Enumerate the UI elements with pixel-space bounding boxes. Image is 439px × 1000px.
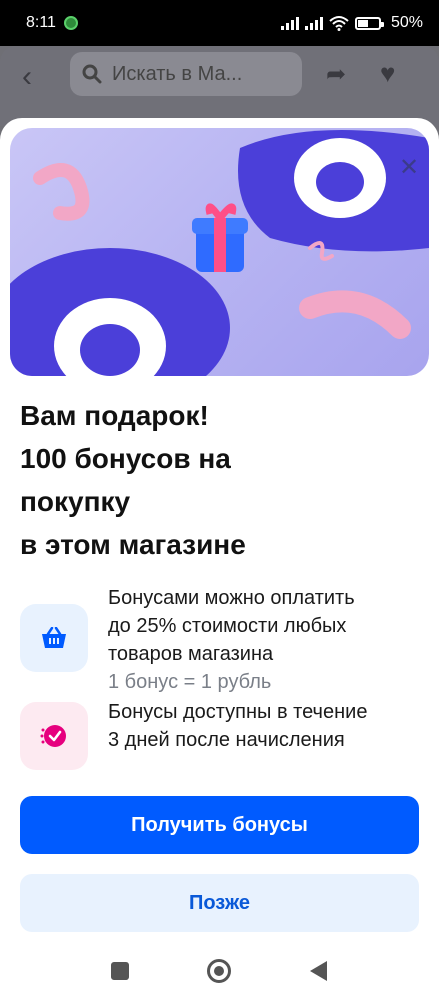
back-triangle-icon[interactable]: [310, 961, 327, 981]
gift-banner-image: ✕: [10, 128, 429, 376]
status-bar: 8:11 50%: [0, 0, 439, 46]
feature-text-line: Бонусами можно оплатить: [108, 587, 355, 609]
search-icon: [82, 64, 102, 84]
feature-text-line: товаров магазина: [108, 643, 274, 665]
title-line: Вам подарок!: [20, 400, 209, 431]
status-time: 8:11: [26, 14, 56, 31]
close-button[interactable]: ✕: [392, 150, 426, 184]
wifi-icon: [329, 16, 349, 31]
title-line: 100 бонусов на: [20, 443, 231, 474]
battery-percent: 50%: [390, 14, 423, 31]
feature-text-line: до 25% стоимости любых: [108, 615, 347, 637]
battery-icon: [354, 16, 384, 30]
system-nav-bar: [0, 948, 439, 1000]
title-line: покупку: [20, 486, 131, 517]
back-arrow-icon[interactable]: ‹: [22, 60, 32, 94]
basket-icon: [20, 604, 88, 672]
sheet-title: Вам подарок! 100 бонусов на покупку в эт…: [20, 394, 420, 566]
signal-icon: [280, 16, 299, 30]
heart-icon[interactable]: ♥: [380, 58, 395, 89]
get-bonuses-button[interactable]: Получить бонусы: [20, 796, 419, 854]
title-line: в этом магазине: [20, 529, 246, 560]
banner-illustration: [10, 130, 429, 376]
timer-check-icon: [20, 702, 88, 770]
recent-apps-icon[interactable]: [111, 962, 129, 980]
feature-text-line: 3 дней после начисления: [108, 729, 345, 751]
gift-bottom-sheet: ✕ Вам подарок! 100 бонусов на покупку в …: [0, 118, 439, 948]
feature-note: 1 бонус = 1 рубль: [108, 671, 272, 693]
feature-text-line: Бонусы доступны в течение: [108, 701, 368, 723]
later-button[interactable]: Позже: [20, 874, 419, 932]
search-input[interactable]: Искать в Ма...: [70, 52, 302, 96]
share-icon[interactable]: ➦: [326, 60, 346, 89]
close-icon: ✕: [398, 153, 420, 181]
search-placeholder: Искать в Ма...: [112, 62, 243, 85]
app-notification-icon: [63, 16, 78, 30]
signal-icon: [304, 16, 323, 30]
home-icon[interactable]: [207, 959, 231, 983]
gift-box-icon: [192, 203, 248, 272]
app-top-bar: ‹ Искать в Ма... ➦ ♥: [0, 46, 439, 126]
